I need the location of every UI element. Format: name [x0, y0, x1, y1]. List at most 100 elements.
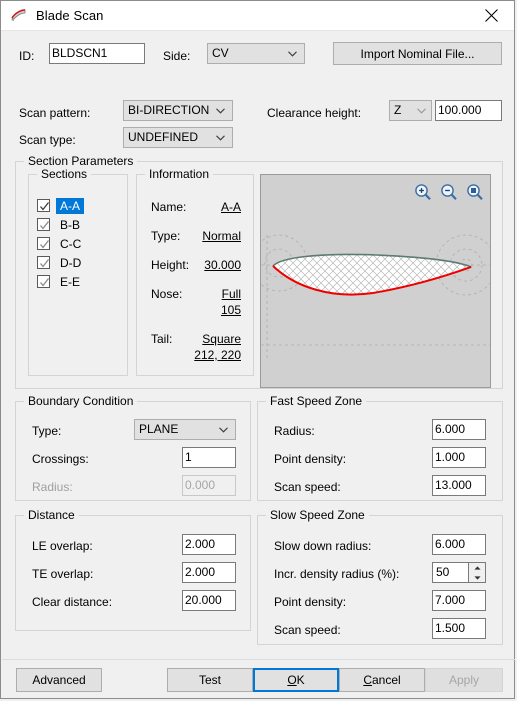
- slow-scan-speed-label: Scan speed:: [274, 623, 341, 637]
- section-label: D-D: [60, 255, 82, 270]
- zoom-in-icon[interactable]: [414, 183, 432, 201]
- preview-zoom-toolbar: [414, 183, 484, 201]
- zoom-fit-icon[interactable]: [466, 183, 484, 201]
- slow-point-density-label: Point density:: [274, 595, 347, 609]
- info-key-type: Type:: [151, 229, 181, 243]
- scan-type-label: Scan type:: [19, 133, 76, 147]
- slow-speed-zone-group: Slow Speed Zone Slow down radius: 6.000 …: [257, 508, 503, 645]
- stepper-down-icon[interactable]: [469, 573, 485, 582]
- title-bar: Blade Scan: [1, 1, 514, 30]
- slow-scan-speed-input[interactable]: 1.500: [432, 618, 486, 639]
- id-input[interactable]: BLDSCN1: [49, 43, 145, 64]
- scan-pattern-label: Scan pattern:: [19, 106, 91, 120]
- boundary-type-label: Type:: [32, 424, 62, 438]
- fast-scan-speed-input[interactable]: 13.000: [432, 475, 486, 496]
- section-item-a-a[interactable]: A-A: [37, 197, 85, 214]
- section-item-d-d[interactable]: D-D: [37, 254, 85, 271]
- blade-scan-dialog: Blade Scan ID: BLDSCN1 Side: CV Import N…: [0, 0, 515, 699]
- info-key-tail: Tail:: [151, 332, 173, 346]
- clearance-axis-select[interactable]: Z: [389, 100, 432, 121]
- id-label: ID:: [19, 49, 35, 63]
- incr-density-radius-stepper[interactable]: 50: [432, 562, 486, 583]
- checkbox-checked-icon[interactable]: [37, 218, 50, 231]
- boundary-type-select[interactable]: PLANE: [134, 419, 236, 440]
- chevron-down-icon: [219, 427, 228, 433]
- slow-down-radius-input[interactable]: 6.000: [432, 534, 486, 555]
- te-overlap-input[interactable]: 2.000: [182, 562, 236, 583]
- distance-group: Distance LE overlap: 2.000 TE overlap: 2…: [15, 508, 251, 631]
- info-key-nose: Nose:: [151, 287, 183, 301]
- incr-density-radius-value: 50: [436, 565, 450, 579]
- boundary-type-value: PLANE: [139, 422, 179, 436]
- checkbox-checked-icon[interactable]: [37, 237, 50, 250]
- distance-title: Distance: [24, 508, 79, 522]
- side-select-value: CV: [212, 46, 229, 60]
- boundary-radius-label: Radius:: [32, 480, 73, 494]
- test-button[interactable]: Test: [167, 668, 253, 692]
- blade-icon: [10, 7, 28, 25]
- boundary-radius-input: 0.000: [182, 475, 236, 496]
- boundary-condition-title: Boundary Condition: [24, 394, 138, 408]
- ok-button-label: OK: [287, 673, 305, 687]
- apply-button: Apply: [425, 668, 503, 692]
- section-label: B-B: [60, 217, 81, 232]
- stepper-buttons: [468, 563, 485, 582]
- stepper-up-icon[interactable]: [469, 563, 485, 572]
- info-value-nose[interactable]: Full: [222, 287, 241, 301]
- import-nominal-file-button[interactable]: Import Nominal File...: [333, 42, 502, 65]
- zoom-out-icon[interactable]: [440, 183, 458, 201]
- scan-type-select[interactable]: UNDEFINED: [123, 127, 233, 148]
- clear-distance-label: Clear distance:: [32, 595, 113, 609]
- close-icon[interactable]: [469, 1, 514, 30]
- section-item-e-e[interactable]: E-E: [37, 273, 84, 290]
- cancel-button-label: Cancel: [363, 673, 401, 687]
- window-title: Blade Scan: [36, 8, 104, 23]
- ok-button[interactable]: OK: [253, 668, 339, 692]
- crossings-input[interactable]: 1: [182, 447, 236, 468]
- sections-title: Sections: [37, 167, 92, 181]
- boundary-condition-group: Boundary Condition Type: PLANE Crossings…: [15, 394, 251, 501]
- te-overlap-label: TE overlap:: [32, 567, 94, 581]
- clearance-height-label: Clearance height:: [267, 106, 362, 120]
- info-key-height: Height:: [151, 258, 190, 272]
- fast-point-density-input[interactable]: 1.000: [432, 447, 486, 468]
- clearance-height-input[interactable]: 100.000: [435, 100, 502, 121]
- le-overlap-label: LE overlap:: [32, 539, 93, 553]
- advanced-button[interactable]: Advanced: [16, 668, 102, 692]
- info-value-nose-secondary[interactable]: 105: [221, 303, 241, 317]
- scan-pattern-value: BI-DIRECTION: [128, 103, 210, 117]
- checkbox-checked-icon[interactable]: [37, 275, 50, 288]
- fast-radius-label: Radius:: [274, 424, 315, 438]
- section-label: C-C: [60, 236, 82, 251]
- fast-radius-input[interactable]: 6.000: [432, 419, 486, 440]
- chevron-down-icon: [216, 108, 225, 114]
- info-value-name[interactable]: A-A: [221, 200, 241, 214]
- footer-separator: [2, 659, 515, 660]
- crossings-label: Crossings:: [32, 452, 89, 466]
- info-value-height[interactable]: 30.000: [204, 258, 241, 272]
- scan-pattern-select[interactable]: BI-DIRECTION: [123, 100, 233, 121]
- info-key-name: Name:: [151, 200, 187, 214]
- fast-speed-zone-title: Fast Speed Zone: [266, 394, 367, 408]
- fast-speed-zone-group: Fast Speed Zone Radius: 6.000 Point dens…: [257, 394, 503, 501]
- checkbox-checked-icon[interactable]: [37, 256, 50, 269]
- slow-point-density-input[interactable]: 7.000: [432, 590, 486, 611]
- checkbox-checked-icon[interactable]: [37, 199, 50, 212]
- info-value-tail-secondary[interactable]: 212, 220: [194, 348, 241, 362]
- slow-down-radius-label: Slow down radius:: [274, 539, 372, 553]
- fast-point-density-label: Point density:: [274, 452, 347, 466]
- section-label: E-E: [60, 274, 81, 289]
- info-value-tail[interactable]: Square: [202, 332, 241, 346]
- blade-section-preview[interactable]: [260, 174, 491, 388]
- info-value-type[interactable]: Normal: [202, 229, 241, 243]
- side-select[interactable]: CV: [207, 43, 305, 64]
- clearance-axis-value: Z: [394, 103, 402, 117]
- scan-type-value: UNDEFINED: [128, 130, 199, 144]
- section-item-c-c[interactable]: C-C: [37, 235, 85, 252]
- side-label: Side:: [163, 49, 191, 63]
- section-item-b-b[interactable]: B-B: [37, 216, 84, 233]
- cancel-button[interactable]: Cancel: [339, 668, 425, 692]
- incr-density-radius-label: Incr. density radius (%):: [274, 567, 400, 581]
- le-overlap-input[interactable]: 2.000: [182, 534, 236, 555]
- clear-distance-input[interactable]: 20.000: [182, 590, 236, 611]
